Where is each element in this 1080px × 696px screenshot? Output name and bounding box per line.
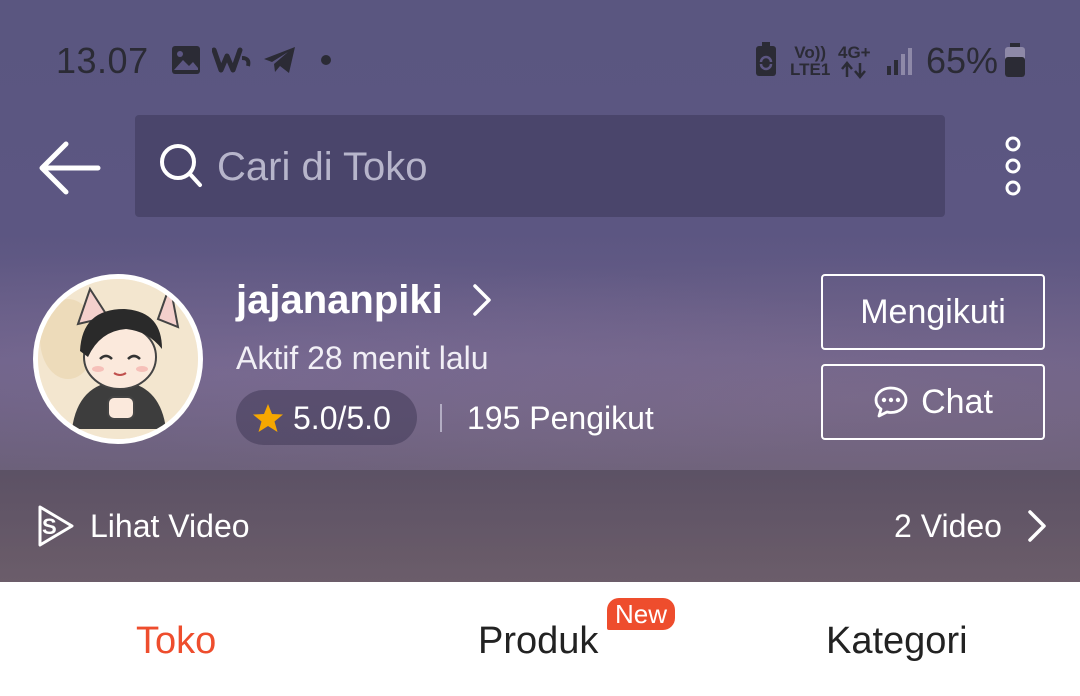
stats-divider xyxy=(440,404,442,432)
network-label: 4G+ xyxy=(838,43,871,62)
dot-icon xyxy=(321,55,331,65)
volte-label: Vo)) LTE1 xyxy=(790,44,830,78)
video-count[interactable]: 2 Video xyxy=(894,508,1002,545)
image-icon xyxy=(172,46,200,74)
shop-name[interactable]: jajananpiki xyxy=(236,278,443,323)
battery-saver-icon xyxy=(756,42,776,76)
follow-button-label: Mengikuti xyxy=(860,292,1006,331)
chevron-right-icon[interactable] xyxy=(470,282,494,318)
rating-badge: 5.0/5.0 xyxy=(236,390,417,445)
telegram-icon xyxy=(264,47,295,73)
tab-kategori[interactable]: Kategori xyxy=(826,620,968,663)
tab-produk[interactable]: Produk xyxy=(478,620,598,663)
shop-avatar[interactable] xyxy=(33,274,203,444)
search-bar[interactable] xyxy=(135,115,945,217)
back-arrow-icon[interactable] xyxy=(38,138,102,198)
view-video-label: Lihat Video xyxy=(90,507,250,544)
avatar-image xyxy=(38,279,198,439)
signal-icon xyxy=(887,48,912,75)
view-video-link[interactable]: S Lihat Video xyxy=(32,503,250,549)
network-indicator: 4G+ xyxy=(838,44,871,82)
svg-text:S: S xyxy=(42,514,57,539)
volte-label-bottom: LTE1 xyxy=(790,60,831,79)
video-s-icon: S xyxy=(38,505,74,547)
more-options-icon[interactable] xyxy=(996,134,1030,200)
new-badge: New xyxy=(607,598,675,630)
chat-button-label: Chat xyxy=(921,382,993,421)
star-icon xyxy=(253,404,283,432)
follower-count: 195 Pengikut xyxy=(467,400,654,436)
status-bar: 13.07 Vo)) LTE1 4G+ 65% xyxy=(0,0,1080,120)
status-time: 13.07 xyxy=(56,40,149,81)
search-input[interactable] xyxy=(215,135,919,199)
tab-toko[interactable]: Toko xyxy=(136,620,216,663)
data-arrows-icon xyxy=(841,61,867,79)
battery-percent: 65% xyxy=(926,40,999,81)
follow-button[interactable]: Mengikuti xyxy=(821,274,1045,350)
shop-tabs: Toko Produk Kategori xyxy=(0,582,1080,696)
chat-button[interactable]: Chat xyxy=(821,364,1045,440)
search-icon xyxy=(160,144,202,187)
w-app-icon xyxy=(212,47,251,73)
rating-value: 5.0/5.0 xyxy=(293,400,391,436)
volte-label-top: Vo)) xyxy=(794,43,827,62)
shop-last-active: Aktif 28 menit lalu xyxy=(236,340,489,376)
avatar-illustration xyxy=(38,279,198,439)
battery-icon xyxy=(1005,43,1025,77)
chevron-right-icon[interactable] xyxy=(1026,508,1048,544)
chat-bubble-icon xyxy=(874,386,908,418)
